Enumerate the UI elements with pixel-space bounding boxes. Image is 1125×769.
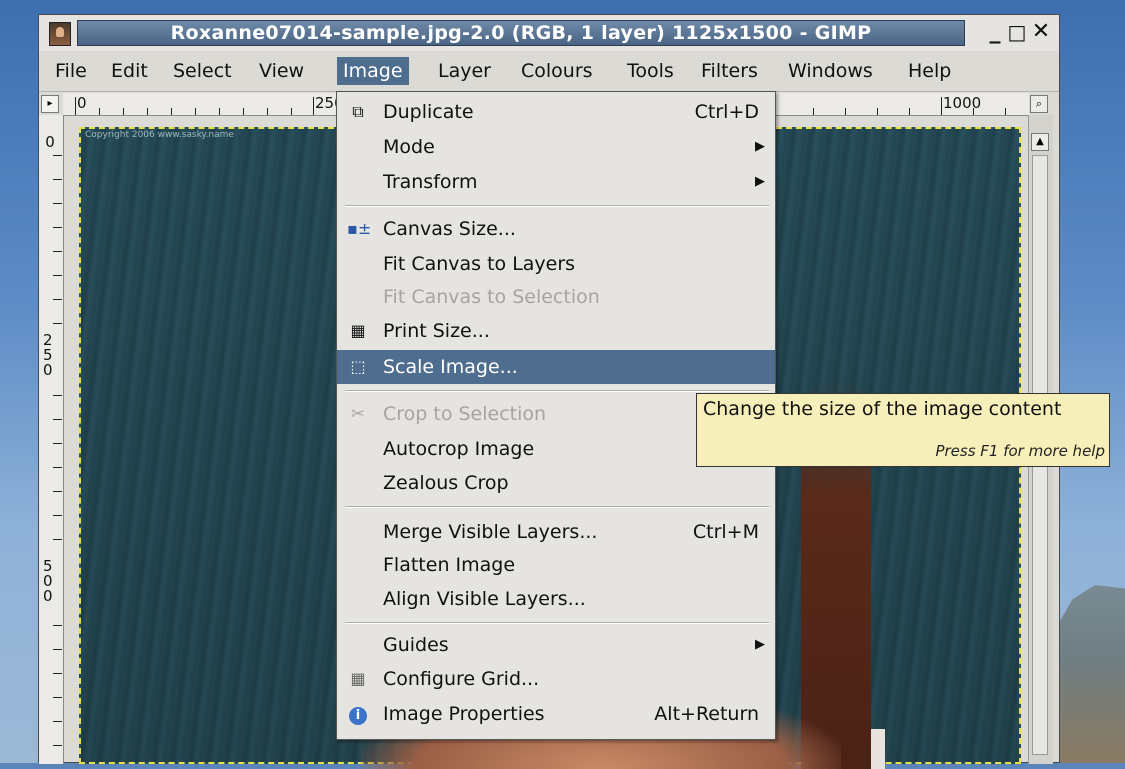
vruler-label-250: 250 bbox=[43, 331, 53, 379]
canvas-size-icon: ▪± bbox=[347, 219, 372, 238]
menu-item-canvas-size[interactable]: ▪± Canvas Size... bbox=[337, 212, 775, 246]
window-app-icon[interactable] bbox=[49, 22, 71, 46]
menu-item-image-properties[interactable]: i Image Properties Alt+Return bbox=[337, 697, 775, 731]
menu-separator bbox=[345, 390, 769, 392]
grid-icon: ▦ bbox=[350, 669, 366, 688]
menu-item-align-visible-layers[interactable]: Align Visible Layers... bbox=[337, 582, 775, 616]
menu-item-label: Print Size... bbox=[383, 320, 490, 342]
menu-item-fit-canvas-to-layers[interactable]: Fit Canvas to Layers bbox=[337, 247, 775, 281]
menu-item-label: Merge Visible Layers... bbox=[383, 521, 598, 543]
menu-item-shortcut: Alt+Return bbox=[654, 703, 759, 725]
menu-select[interactable]: Select bbox=[167, 57, 238, 85]
menu-item-label: Flatten Image bbox=[383, 554, 516, 576]
menu-item-guides[interactable]: Guides ▶ bbox=[337, 628, 775, 662]
maximize-button[interactable]: □ bbox=[1005, 19, 1029, 45]
scale-image-icon: ⬚ bbox=[350, 357, 366, 376]
menu-item-flatten-image[interactable]: Flatten Image bbox=[337, 548, 775, 582]
menu-windows[interactable]: Windows bbox=[782, 57, 879, 85]
image-strap bbox=[871, 729, 885, 769]
menu-bar: File Edit Select View Image Layer Colour… bbox=[39, 51, 1059, 92]
menu-item-label: Fit Canvas to Selection bbox=[383, 286, 600, 308]
menu-item-shortcut: Ctrl+D bbox=[694, 101, 759, 123]
menu-item-fit-canvas-to-selection: Fit Canvas to Selection bbox=[337, 280, 775, 314]
menu-help[interactable]: Help bbox=[902, 57, 957, 85]
menu-item-label: Crop to Selection bbox=[383, 403, 547, 425]
menu-item-merge-visible-layers[interactable]: Merge Visible Layers... Ctrl+M bbox=[337, 515, 775, 549]
menu-item-label: Autocrop Image bbox=[383, 438, 535, 460]
title-bar[interactable]: Roxanne07014-sample.jpg-2.0 (RGB, 1 laye… bbox=[39, 15, 1059, 52]
menu-image[interactable]: Image bbox=[337, 57, 409, 85]
menu-item-label: Canvas Size... bbox=[383, 218, 516, 240]
zoom-to-window-icon[interactable]: ⌕ bbox=[1030, 95, 1048, 113]
close-button[interactable]: ✕ bbox=[1029, 19, 1053, 45]
print-size-icon: ▦ bbox=[350, 321, 366, 340]
menu-item-label: Transform bbox=[383, 171, 478, 193]
submenu-arrow-icon: ▶ bbox=[755, 637, 765, 652]
menu-colours[interactable]: Colours bbox=[515, 57, 599, 85]
menu-edit[interactable]: Edit bbox=[105, 57, 154, 85]
menu-item-scale-image[interactable]: ⬚ Scale Image... bbox=[337, 350, 775, 384]
menu-item-zealous-crop[interactable]: Zealous Crop bbox=[337, 466, 775, 500]
menu-item-label: Zealous Crop bbox=[383, 472, 509, 494]
menu-item-label: Fit Canvas to Layers bbox=[383, 253, 576, 275]
quick-mask-toggle-icon[interactable]: ▸ bbox=[41, 95, 59, 113]
menu-separator bbox=[345, 506, 769, 508]
menu-item-label: Mode bbox=[383, 136, 435, 158]
vertical-ruler[interactable]: 0 250 500 bbox=[39, 115, 64, 764]
submenu-arrow-icon: ▶ bbox=[755, 139, 765, 154]
menu-separator bbox=[345, 622, 769, 624]
vruler-label-500: 500 bbox=[43, 557, 53, 605]
submenu-arrow-icon: ▶ bbox=[755, 174, 765, 189]
menu-item-label: Configure Grid... bbox=[383, 668, 540, 690]
menu-separator bbox=[345, 205, 769, 207]
minimize-button[interactable]: _ bbox=[983, 19, 1007, 45]
menu-item-configure-grid[interactable]: ▦ Configure Grid... bbox=[337, 662, 775, 696]
vruler-label-0: 0 bbox=[45, 133, 55, 151]
menu-item-shortcut: Ctrl+M bbox=[692, 521, 759, 543]
menu-item-label: Guides bbox=[383, 634, 449, 656]
menu-item-print-size[interactable]: ▦ Print Size... bbox=[337, 314, 775, 348]
menu-item-transform[interactable]: Transform ▶ bbox=[337, 165, 775, 199]
menu-filters[interactable]: Filters bbox=[695, 57, 764, 85]
menu-item-label: Duplicate bbox=[383, 101, 474, 123]
ruler-label-0: 0 bbox=[77, 94, 87, 112]
crop-icon: ✂ bbox=[351, 404, 365, 423]
menu-item-label: Scale Image... bbox=[383, 356, 518, 378]
menu-item-label: Align Visible Layers... bbox=[383, 588, 586, 610]
window-title: Roxanne07014-sample.jpg-2.0 (RGB, 1 laye… bbox=[170, 22, 872, 44]
menu-item-mode[interactable]: Mode ▶ bbox=[337, 130, 775, 164]
menu-file[interactable]: File bbox=[49, 57, 93, 85]
tooltip-help-text: Press F1 for more help bbox=[935, 442, 1105, 460]
image-copyright-text: Copyright 2006 www.sasky.name bbox=[85, 130, 234, 140]
menu-item-duplicate[interactable]: ⧉ Duplicate Ctrl+D bbox=[337, 95, 775, 129]
info-icon: i bbox=[347, 704, 369, 725]
scroll-up-icon[interactable]: ▲ bbox=[1031, 133, 1049, 151]
scale-image-tooltip: Change the size of the image content Pre… bbox=[696, 393, 1110, 467]
duplicate-icon: ⧉ bbox=[352, 102, 364, 121]
ruler-label-1000: 1000 bbox=[943, 94, 982, 112]
menu-layer[interactable]: Layer bbox=[432, 57, 497, 85]
tooltip-text: Change the size of the image content bbox=[703, 398, 1062, 420]
menu-tools[interactable]: Tools bbox=[621, 57, 680, 85]
menu-item-label: Image Properties bbox=[383, 703, 545, 725]
menu-view[interactable]: View bbox=[253, 57, 310, 85]
